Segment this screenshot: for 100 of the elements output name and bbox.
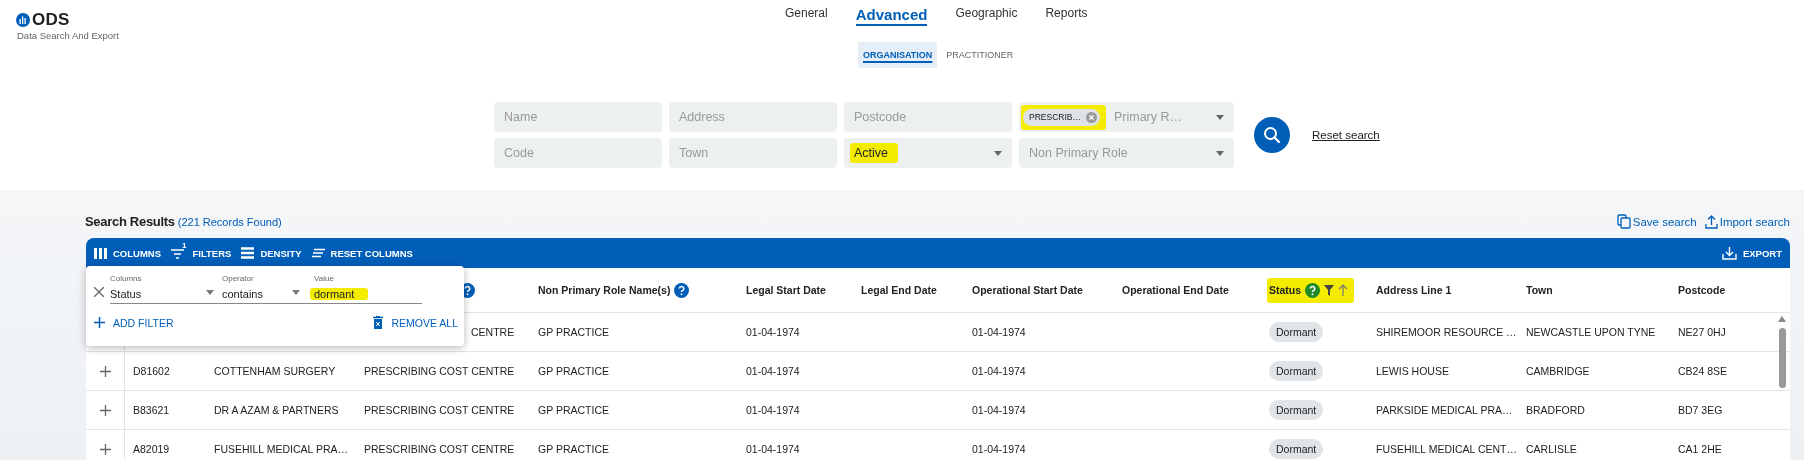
status-chip: Dormant xyxy=(1269,322,1324,342)
column-header[interactable]: Legal Start Date xyxy=(746,284,826,296)
search-field[interactable]: Address xyxy=(669,102,837,132)
copy-icon xyxy=(1616,214,1631,229)
scrollbar[interactable] xyxy=(1776,316,1788,388)
search-field[interactable]: Name xyxy=(494,102,662,132)
column-header[interactable]: Operational Start Date xyxy=(972,284,1083,296)
remove-all-button[interactable]: REMOVE ALL xyxy=(373,316,458,329)
operator-select[interactable]: Operator contains xyxy=(222,274,302,304)
brand-tagline: Data Search And Export xyxy=(17,30,119,41)
sub-tab[interactable]: PRACTITIONER xyxy=(941,42,1019,68)
table-cell: DR A AZAM & PARTNERS xyxy=(214,404,339,416)
upload-icon xyxy=(1704,214,1718,229)
table-cell: 01-04-1974 xyxy=(972,365,1026,377)
table-cell: FUSEHILL MEDICAL PRA… xyxy=(214,443,348,455)
select-field[interactable]: Active xyxy=(844,138,1012,168)
nav-tab[interactable]: Reports xyxy=(1045,6,1088,26)
logo-icon xyxy=(16,13,30,27)
caret-icon xyxy=(206,290,214,295)
column-select[interactable]: Columns Status xyxy=(110,274,222,304)
caret-icon xyxy=(1216,150,1224,156)
help-icon[interactable] xyxy=(674,282,690,298)
record-count: (221 Records Found) xyxy=(177,216,282,228)
table-cell: CB24 8SE xyxy=(1678,365,1728,377)
sub-tab[interactable]: ORGANISATION xyxy=(858,42,938,68)
lines-icon xyxy=(311,248,325,258)
table-cell: GP PRACTICE xyxy=(538,326,609,338)
status-chip: Dormant xyxy=(1269,400,1324,420)
results-title: Search Results xyxy=(85,214,175,229)
table-cell: LEWIS HOUSE xyxy=(1376,365,1449,377)
toolbar-button[interactable]: 1 FILTERS xyxy=(171,240,232,266)
columns-icon xyxy=(94,247,107,259)
select-field[interactable]: PRESCRIB… Primary R… xyxy=(1019,102,1234,132)
table-cell: NE27 0HJ xyxy=(1678,326,1726,338)
table-cell: CAMBRIDGE xyxy=(1526,365,1590,377)
nav-tab[interactable]: Geographic xyxy=(955,6,1018,26)
trash-icon xyxy=(373,316,384,329)
toolbar-button[interactable]: DENSITY xyxy=(241,240,302,266)
table-cell: CARLISLE xyxy=(1526,443,1577,455)
search-field[interactable]: Code xyxy=(494,138,662,168)
density-icon xyxy=(241,247,255,259)
help-icon[interactable] xyxy=(1305,282,1321,298)
table-cell: 01-04-1974 xyxy=(746,404,800,416)
plus-icon xyxy=(94,317,105,328)
arrow-up-icon[interactable] xyxy=(1338,284,1349,296)
nav-tab[interactable]: Advanced xyxy=(855,6,928,26)
table-cell: BRADFORD xyxy=(1526,404,1585,416)
expand-icon[interactable] xyxy=(99,404,111,416)
add-filter-button[interactable]: ADD FILTER xyxy=(94,316,174,329)
table-cell: PRESCRIBING COST CENTRE xyxy=(364,365,515,377)
column-header[interactable]: Operational End Date xyxy=(1122,284,1229,296)
table-cell: GP PRACTICE xyxy=(538,365,609,377)
filter-icon[interactable] xyxy=(1324,284,1335,296)
table-cell: 01-04-1974 xyxy=(972,404,1026,416)
search-field[interactable]: Town xyxy=(669,138,837,168)
brand-name: ODS xyxy=(32,10,70,30)
search-button[interactable] xyxy=(1254,117,1290,153)
table-cell: SHIREMOOR RESOURCE … xyxy=(1376,326,1517,338)
close-icon[interactable] xyxy=(1085,111,1097,123)
table-cell: A82019 xyxy=(133,443,170,455)
table-cell: PRESCRIBING COST CENTRE xyxy=(364,404,515,416)
search-icon xyxy=(1263,126,1281,144)
column-header[interactable]: Legal End Date xyxy=(861,284,937,296)
table-cell: COTTENHAM SURGERY xyxy=(214,365,336,377)
table-cell: 01-04-1974 xyxy=(746,443,800,455)
download-icon xyxy=(1721,246,1737,260)
status-chip: Dormant xyxy=(1269,439,1324,459)
status-chip: Dormant xyxy=(1269,361,1324,381)
table-cell: 01-04-1974 xyxy=(746,365,800,377)
save-search-link[interactable]: Save search xyxy=(1616,214,1697,229)
nav-tab[interactable]: General xyxy=(785,6,828,26)
table-cell: GP PRACTICE xyxy=(538,404,609,416)
caret-icon xyxy=(292,290,300,295)
reset-search-link[interactable]: Reset search xyxy=(1312,129,1380,141)
filter-count: 1 xyxy=(182,241,187,250)
column-header[interactable]: Status xyxy=(1269,284,1302,296)
toolbar-button[interactable]: COLUMNS xyxy=(94,240,162,266)
table-cell: 01-04-1974 xyxy=(746,326,800,338)
column-header[interactable]: Non Primary Role Name(s) xyxy=(538,284,671,296)
table-cell: PARKSIDE MEDICAL PRA… xyxy=(1376,404,1513,416)
table-cell: CA1 2HE xyxy=(1678,443,1722,455)
column-header[interactable]: Town xyxy=(1526,284,1553,296)
table-cell: CENTRE xyxy=(471,326,515,338)
table-cell: GP PRACTICE xyxy=(538,443,609,455)
scroll-up-icon[interactable] xyxy=(1778,316,1786,322)
close-icon[interactable] xyxy=(94,287,104,297)
column-header[interactable]: Postcode xyxy=(1678,284,1726,296)
value-field[interactable]: Value dormant xyxy=(302,274,422,304)
import-search-link[interactable]: Import search xyxy=(1704,214,1790,229)
expand-icon[interactable] xyxy=(99,365,111,377)
table-cell: 01-04-1974 xyxy=(972,443,1026,455)
table-cell: FUSEHILL MEDICAL CENT… xyxy=(1376,443,1517,455)
toolbar-button[interactable]: RESET COLUMNS xyxy=(311,240,413,266)
search-field[interactable]: Postcode xyxy=(844,102,1012,132)
expand-icon[interactable] xyxy=(99,443,111,455)
table-cell: D81602 xyxy=(133,365,170,377)
filter-icon xyxy=(171,247,185,259)
export-button[interactable]: EXPORT xyxy=(1721,240,1782,266)
caret-icon xyxy=(1216,114,1224,120)
column-header[interactable]: Address Line 1 xyxy=(1376,284,1452,296)
